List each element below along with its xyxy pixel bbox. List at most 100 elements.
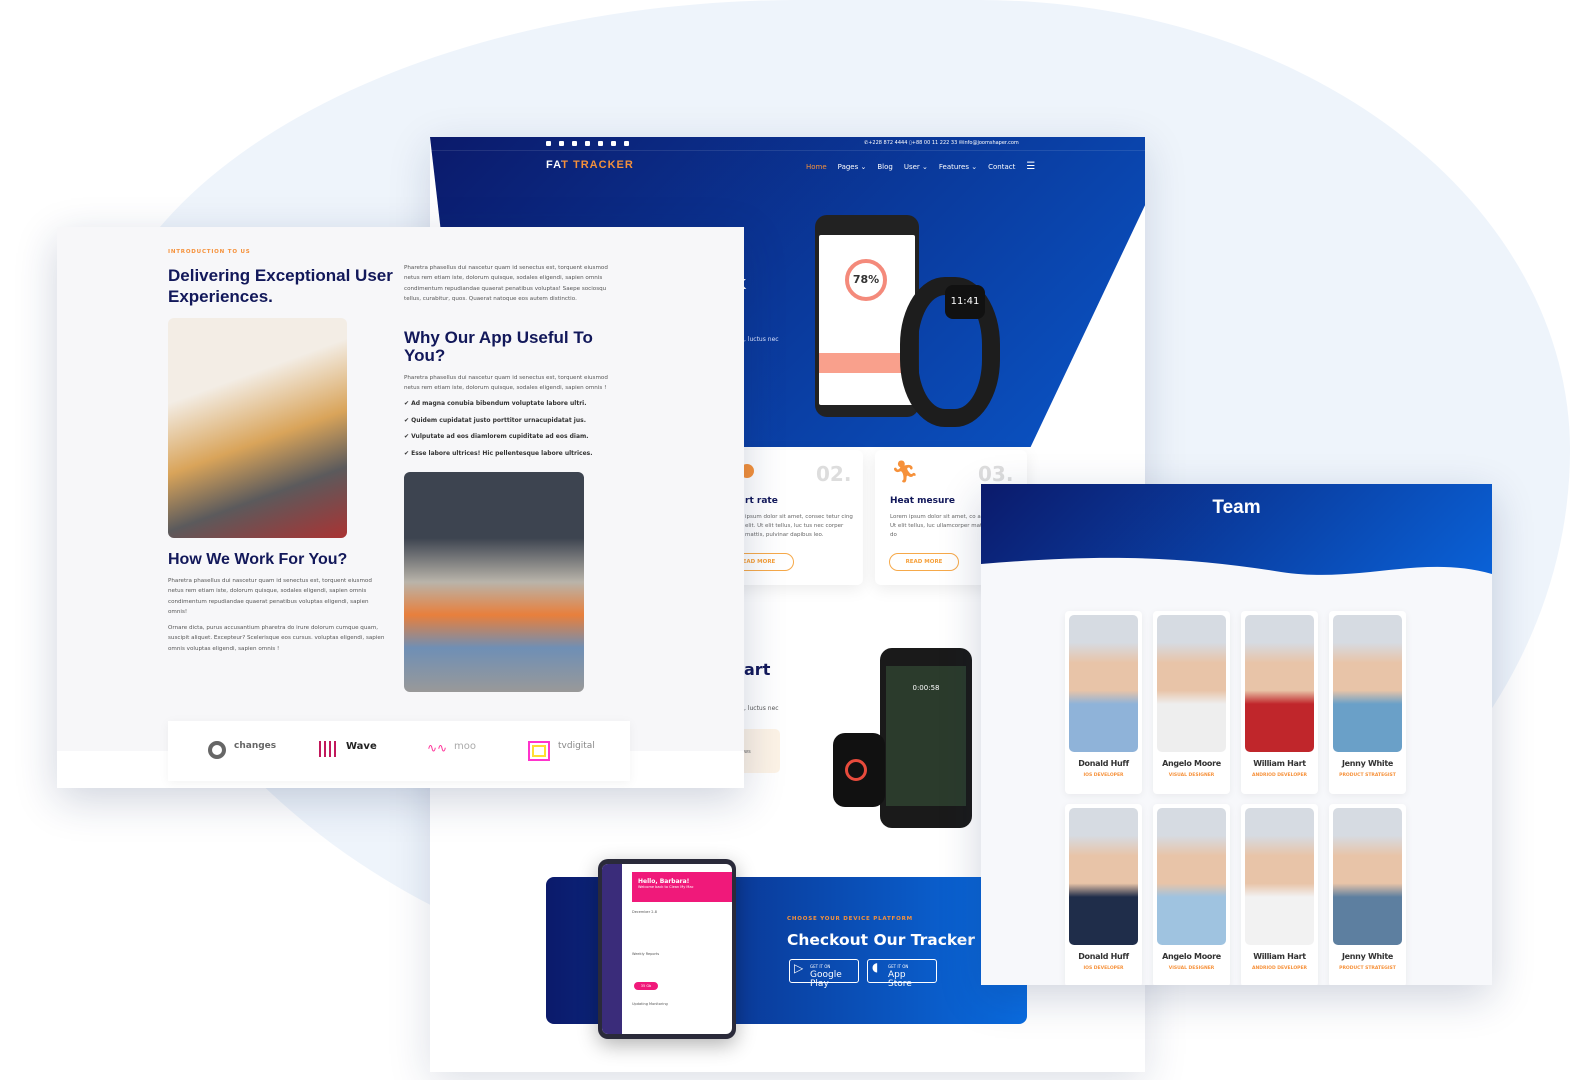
card-number: 02. (816, 462, 852, 486)
play-icon: ▷ (794, 961, 804, 975)
check-item: ✔ Ad magna conubia bibendum voluptate la… (404, 400, 624, 407)
tvdigital-logo-icon (528, 741, 550, 761)
team-member-card[interactable]: Angelo Moore VISUAL DESIGNER (1153, 804, 1230, 985)
man-with-phone-photo (168, 318, 347, 538)
team-member-card[interactable]: Jenny White PRODUCT STRATEGIST (1329, 611, 1406, 794)
section-title: art (744, 660, 771, 679)
wave-logo-icon (319, 741, 339, 757)
tablet-monitor: Updating Monitoring (632, 1002, 668, 1006)
team-member-card[interactable]: Donald Huff IOS DEVELOPER (1065, 611, 1142, 794)
how-text-1: Pharetra phasellus dui nascetur quam id … (168, 578, 372, 615)
brand-wave: Wave (346, 741, 377, 752)
instagram-icon[interactable] (611, 141, 616, 146)
check-text: Vulputate ad eos diamlorem cupiditate ad… (411, 433, 589, 440)
contact-info: ✆+228 872 4444 ▯+88 00 11 222 33 ✉info@j… (864, 140, 1019, 146)
check-text: Ad magna conubia bibendum voluptate labo… (411, 400, 587, 407)
page-title: Delivering Exceptional User Experiences. (168, 266, 393, 306)
why-title: Why Our App Useful To You? (404, 328, 593, 365)
nav-blog[interactable]: Blog (877, 163, 892, 171)
team-member-card[interactable]: Jenny White PRODUCT STRATEGIST (1329, 804, 1406, 985)
member-photo (1069, 615, 1138, 752)
member-role: IOS DEVELOPER (1083, 773, 1124, 778)
team-member-card[interactable]: Donald Huff IOS DEVELOPER (1065, 804, 1142, 985)
member-photo (1333, 615, 1402, 752)
brand-moo: moo (454, 741, 476, 752)
member-role: PRODUCT STRATEGIST (1339, 966, 1396, 971)
member-photo (1245, 615, 1314, 752)
social-icons (546, 141, 637, 148)
nav-home[interactable]: Home (806, 163, 827, 171)
member-name: Angelo Moore (1162, 759, 1221, 768)
section-text: , luctus nec (744, 705, 779, 712)
nav-user[interactable]: User ⌄ (904, 163, 928, 171)
member-role: PRODUCT STRATEGIST (1339, 773, 1396, 778)
apple-icon: ◖ (872, 960, 879, 974)
team-page: Team Donald Huff IOS DEVELOPER Angelo Mo… (981, 484, 1492, 985)
pinterest-icon[interactable] (572, 141, 577, 146)
check-text: Esse labore ultrices! Hic pellentesque l… (411, 449, 593, 457)
flickr-icon[interactable] (624, 141, 629, 146)
member-photo (1333, 808, 1402, 945)
check-text: Quidem cupidatat justo porttitor urnacup… (411, 416, 586, 424)
email[interactable]: info@joomshaper.com (963, 140, 1019, 146)
member-name: Angelo Moore (1162, 952, 1221, 961)
tablet-value: 35 Gb (634, 982, 658, 990)
logo[interactable]: FAT TRACKER (546, 159, 634, 171)
member-photo (1245, 808, 1314, 945)
member-name: William Hart (1253, 759, 1306, 768)
check-item: ✔ Vulputate ad eos diamlorem cupiditate … (404, 433, 624, 440)
member-photo (1157, 808, 1226, 945)
linkedin-icon[interactable] (598, 141, 603, 146)
nav-features[interactable]: Features ⌄ (939, 163, 977, 171)
member-role: VISUAL DESIGNER (1168, 773, 1215, 778)
member-role: ANDRIOD DEVELOPER (1252, 773, 1307, 778)
card-title: Heat mesure (890, 496, 955, 506)
greeting-text: Hello, Barbara! (638, 878, 690, 885)
phone-timer: 0:00:58 (886, 666, 966, 806)
why-text: Pharetra phasellus dui nascetur quam id … (404, 375, 608, 392)
brand-logos: changes Wave ∿∿ moo tvdigital (168, 721, 630, 781)
member-name: Donald Huff (1078, 759, 1129, 768)
hero-text: , luctus nec (744, 336, 779, 343)
google-play-button[interactable]: ▷ GET IT ON Google Play (789, 959, 859, 989)
team-member-card[interactable]: Angelo Moore VISUAL DESIGNER (1153, 611, 1230, 794)
member-photo (1157, 615, 1226, 752)
tablet-reports: Weekly Reports (632, 952, 660, 956)
check-item: ✔ Esse labore ultrices! Hic pellentesque… (404, 450, 624, 457)
app-store-button[interactable]: ◖ GET IT ON App Store (867, 959, 937, 989)
brand-tvdigital: tvdigital (558, 741, 595, 751)
cta-title: Checkout Our Tracker (787, 931, 975, 949)
tablet-date: December 2-8 (632, 910, 657, 914)
twitter-icon[interactable] (559, 141, 564, 146)
youtube-icon[interactable] (585, 141, 590, 146)
nav-contact[interactable]: Contact (988, 163, 1015, 171)
member-role: VISUAL DESIGNER (1168, 966, 1215, 971)
nav-pages[interactable]: Pages ⌄ (838, 163, 867, 171)
band-display: 11:41 (945, 285, 985, 319)
intro-text: Pharetra phasellus dui nascetur quam id … (404, 265, 608, 302)
smartphone-mockup: 0:00:58 (880, 648, 972, 828)
team-member-card[interactable]: William Hart ANDRIOD DEVELOPER (1241, 611, 1318, 794)
changes-logo-icon (208, 741, 226, 759)
check-list: ✔ Ad magna conubia bibendum voluptate la… (404, 400, 624, 466)
read-more-button[interactable]: READ MORE (889, 553, 959, 571)
greeting-sub: Welcome back to Clean My Mac (638, 885, 694, 889)
card-title: rt rate (745, 496, 778, 506)
menu-icon[interactable]: ☰ (1026, 161, 1035, 172)
main-nav: Home Pages ⌄ Blog User ⌄ Features ⌄ Contact ☰ (806, 161, 1046, 172)
running-icon: 🏃︎ (891, 460, 919, 485)
eyebrow: INTRODUCTION TO US (168, 249, 251, 255)
member-role: IOS DEVELOPER (1083, 966, 1124, 971)
member-name: William Hart (1253, 952, 1306, 961)
phone-1: +228 872 4444 (868, 140, 908, 146)
member-role: ANDRIOD DEVELOPER (1252, 966, 1307, 971)
how-title: How We Work For You? (168, 551, 348, 568)
moo-logo-icon: ∿∿ (427, 741, 448, 755)
students-photo (404, 472, 584, 692)
team-member-card[interactable]: William Hart ANDRIOD DEVELOPER (1241, 804, 1318, 985)
member-name: Jenny White (1341, 952, 1393, 961)
google-label: Google Play (810, 970, 842, 989)
facebook-icon[interactable] (546, 141, 551, 146)
tablet-mockup: Hello, Barbara! Welcome back to Clean My … (598, 859, 736, 1039)
team-title: Team (1212, 497, 1261, 518)
